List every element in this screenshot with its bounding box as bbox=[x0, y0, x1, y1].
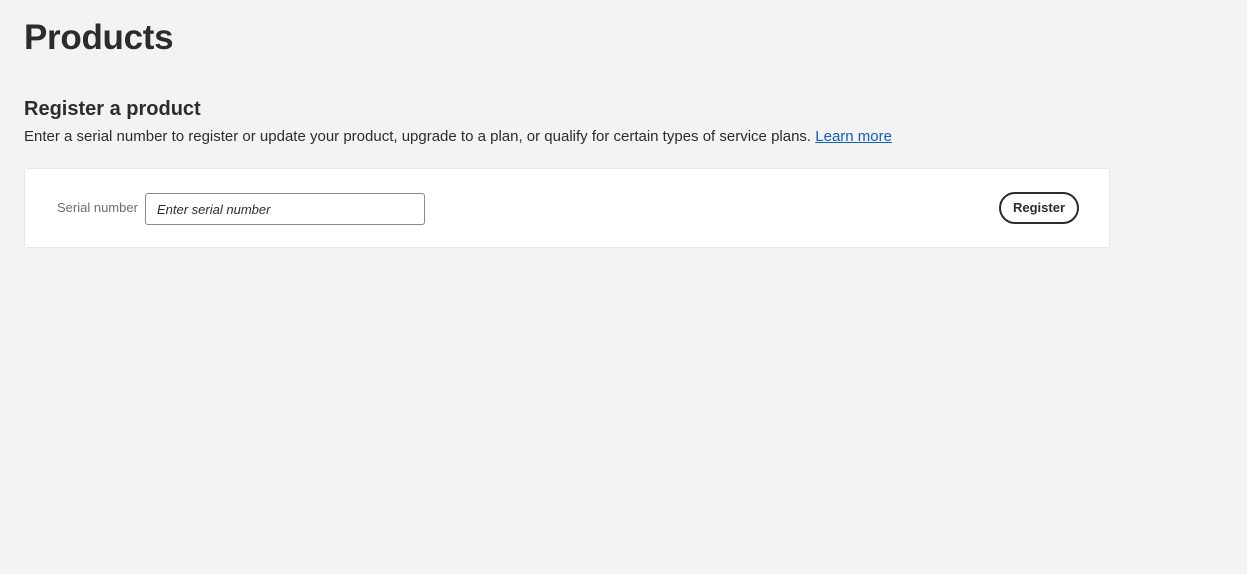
serial-number-label: Serial number bbox=[57, 200, 138, 215]
page-title: Products bbox=[24, 18, 174, 57]
register-product-card: Serial number Register bbox=[24, 168, 1110, 248]
register-section-title: Register a product bbox=[24, 98, 201, 120]
register-section-description: Enter a serial number to register or upd… bbox=[24, 127, 892, 147]
register-button[interactable]: Register bbox=[999, 192, 1079, 224]
learn-more-link[interactable]: Learn more bbox=[815, 128, 892, 145]
serial-number-input[interactable] bbox=[145, 193, 425, 225]
description-text: Enter a serial number to register or upd… bbox=[24, 128, 812, 145]
